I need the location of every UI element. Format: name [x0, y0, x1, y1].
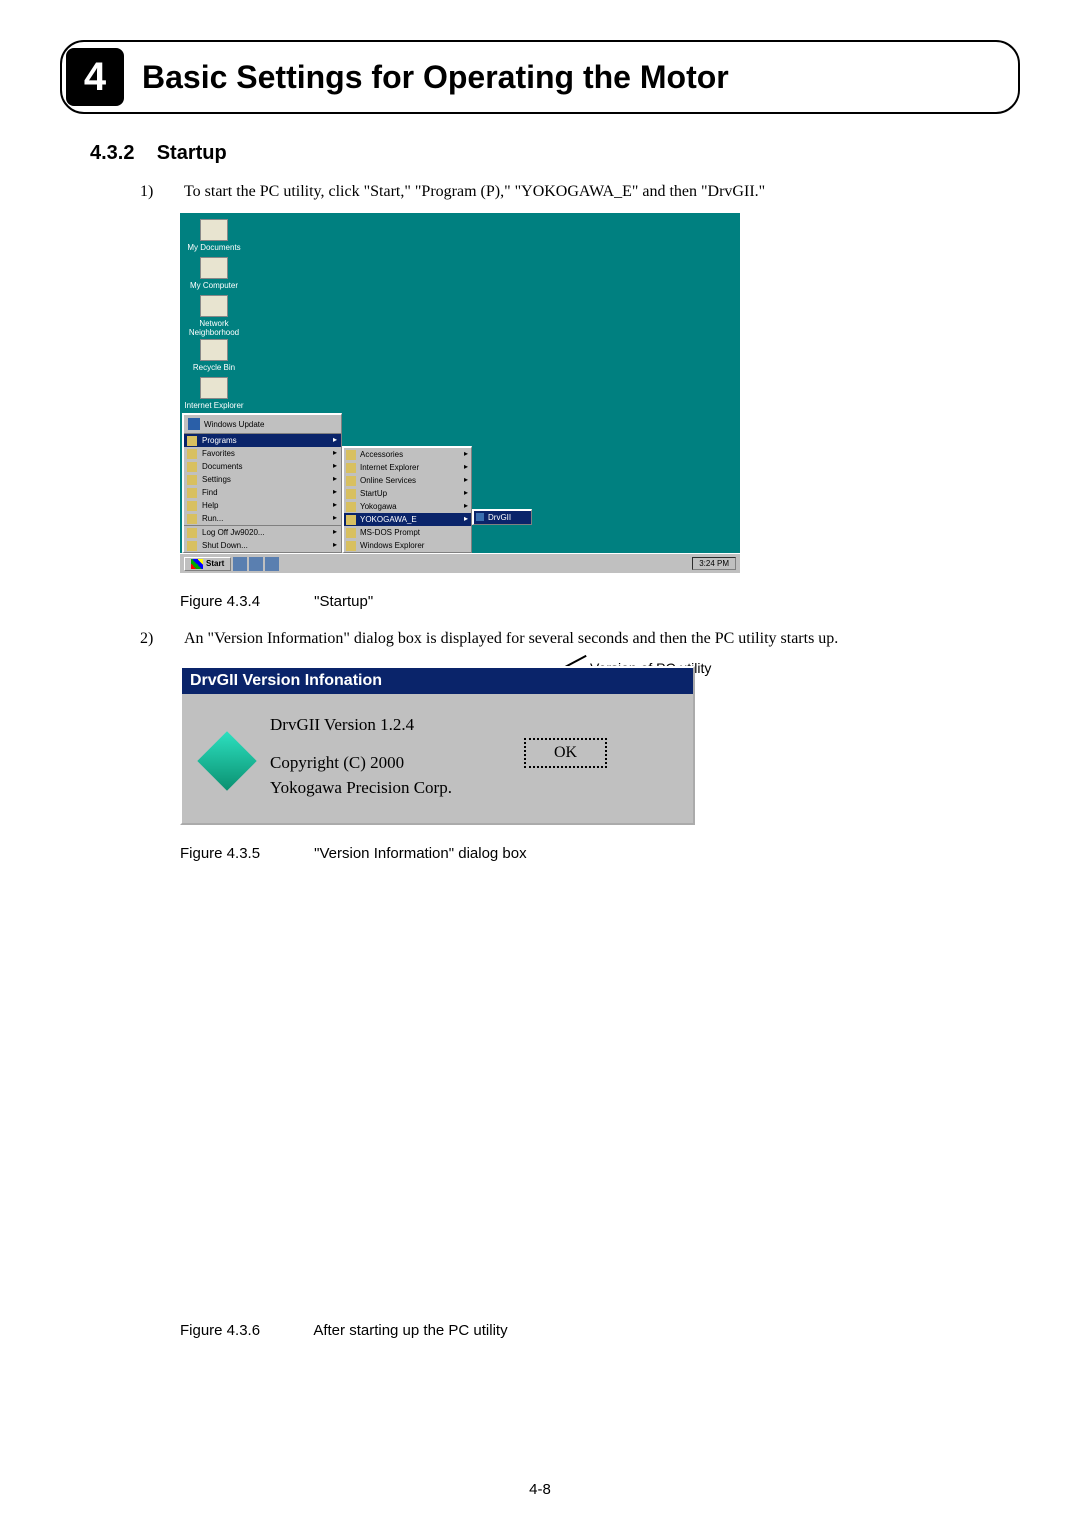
quicklaunch-icon[interactable]: [249, 557, 263, 571]
chapter-number-badge: 4: [66, 48, 124, 106]
start-menu-logoff[interactable]: Log Off Jw9020...: [184, 525, 341, 539]
figure-title: After starting up the PC utility: [313, 1322, 507, 1339]
start-menu-documents[interactable]: Documents: [184, 460, 341, 473]
section-number: 4.3.2: [90, 142, 134, 164]
step-1-text: To start the PC utility, click "Start," …: [184, 183, 765, 201]
menu-label: Help: [202, 501, 218, 510]
submenu-startup[interactable]: StartUp: [344, 487, 471, 500]
start-menu-help[interactable]: Help: [184, 499, 341, 512]
windows-flag-icon: [191, 559, 203, 569]
start-menu-programs[interactable]: Programs: [184, 434, 341, 447]
version-line: DrvGII Version 1.2.4: [270, 712, 452, 738]
version-dialog: DrvGII Version Infonation DrvGII Version…: [180, 666, 695, 825]
step-2: 2) An "Version Information" dialog box i…: [140, 630, 1020, 648]
submenu-ie[interactable]: Internet Explorer: [344, 461, 471, 474]
submenu-yokogawa[interactable]: Yokogawa: [344, 500, 471, 513]
submenu-msdos[interactable]: MS-DOS Prompt: [344, 526, 471, 539]
icon-label: My Computer: [190, 281, 238, 290]
start-menu-shutdown[interactable]: Shut Down...: [184, 539, 341, 552]
menu-label: Yokogawa: [360, 502, 397, 511]
desktop-icon[interactable]: Network Neighborhood: [184, 295, 244, 337]
submenu-drvgii[interactable]: DrvGII: [474, 511, 531, 524]
start-menu-find[interactable]: Find: [184, 486, 341, 499]
icon-label: Network Neighborhood: [189, 319, 239, 337]
start-menu-favorites[interactable]: Favorites: [184, 447, 341, 460]
dialog-titlebar: DrvGII Version Infonation: [182, 668, 693, 694]
globe-icon: [188, 418, 200, 430]
taskbar: Start 3:24 PM: [180, 553, 740, 573]
menu-label: Run...: [202, 514, 223, 523]
menu-label: Accessories: [360, 450, 403, 459]
windows-update-item[interactable]: Windows Update: [184, 415, 341, 434]
menu-label: Windows Explorer: [360, 541, 424, 550]
section-title: Startup: [157, 142, 227, 164]
start-menu[interactable]: Windows Update Programs Favorites Docume…: [182, 413, 342, 553]
figure-436-caption: Figure 4.3.6 After starting up the PC ut…: [180, 1322, 1020, 1339]
section-heading: 4.3.2 Startup: [90, 142, 1020, 165]
menu-label: Settings: [202, 475, 231, 484]
page-number: 4-8: [0, 1481, 1080, 1498]
menu-label: Shut Down...: [202, 541, 248, 550]
menu-label: DrvGII: [488, 513, 511, 522]
step-1: 1) To start the PC utility, click "Start…: [140, 183, 1020, 201]
figure-435-caption: Figure 4.3.5 "Version Information" dialo…: [180, 845, 1020, 862]
company-line: Yokogawa Precision Corp.: [270, 775, 452, 801]
step-2-text: An "Version Information" dialog box is d…: [184, 630, 838, 648]
desktop-icon[interactable]: My Computer: [184, 257, 244, 290]
quicklaunch-icon[interactable]: [265, 557, 279, 571]
icon-label: Internet Explorer: [184, 401, 243, 410]
menu-label: Favorites: [202, 449, 235, 458]
step-1-num: 1): [140, 183, 160, 201]
figure-title: "Version Information" dialog box: [314, 845, 526, 862]
start-label: Start: [206, 559, 224, 568]
icon-label: My Documents: [187, 243, 240, 252]
submenu-online[interactable]: Online Services: [344, 474, 471, 487]
menu-label: Log Off Jw9020...: [202, 528, 265, 537]
submenu-winexplorer[interactable]: Windows Explorer: [344, 539, 471, 552]
start-button[interactable]: Start: [184, 557, 231, 571]
step-2-num: 2): [140, 630, 160, 648]
menu-label: MS-DOS Prompt: [360, 528, 420, 537]
start-menu-settings[interactable]: Settings: [184, 473, 341, 486]
chapter-title: Basic Settings for Operating the Motor: [142, 59, 729, 96]
menu-label: YOKOGAWA_E: [360, 515, 417, 524]
menu-label: Find: [202, 488, 218, 497]
figure-number: Figure 4.3.5: [180, 845, 310, 862]
ok-button[interactable]: OK: [524, 738, 607, 768]
yokogawa-submenu[interactable]: DrvGII: [472, 509, 532, 525]
icon-label: Recycle Bin: [193, 363, 235, 372]
desktop-icon[interactable]: Recycle Bin: [184, 339, 244, 372]
menu-label: Online Services: [360, 476, 416, 485]
figure-number: Figure 4.3.6: [180, 1322, 310, 1339]
diamond-icon: [197, 731, 256, 790]
menu-label: Windows Update: [204, 420, 264, 429]
quicklaunch-icon[interactable]: [233, 557, 247, 571]
submenu-yokogawa-e[interactable]: YOKOGAWA_E: [344, 513, 471, 526]
desktop-icon[interactable]: My Documents: [184, 219, 244, 252]
taskbar-clock: 3:24 PM: [692, 557, 736, 570]
menu-label: StartUp: [360, 489, 387, 498]
startup-screenshot: My Documents My Computer Network Neighbo…: [180, 213, 740, 573]
figure-title: "Startup": [314, 593, 373, 610]
figure-number: Figure 4.3.4: [180, 593, 310, 610]
menu-label: Internet Explorer: [360, 463, 419, 472]
menu-label: Programs: [202, 436, 237, 445]
programs-submenu[interactable]: Accessories Internet Explorer Online Ser…: [342, 446, 472, 553]
chapter-header: 4 Basic Settings for Operating the Motor: [60, 40, 1020, 114]
desktop-icon[interactable]: Internet Explorer: [184, 377, 244, 410]
submenu-accessories[interactable]: Accessories: [344, 448, 471, 461]
figure-434-caption: Figure 4.3.4 "Startup": [180, 593, 1020, 610]
menu-label: Documents: [202, 462, 242, 471]
copyright-line: Copyright (C) 2000: [270, 750, 452, 776]
figure-436-placeholder: [60, 882, 1020, 1322]
start-menu-run[interactable]: Run...: [184, 512, 341, 525]
